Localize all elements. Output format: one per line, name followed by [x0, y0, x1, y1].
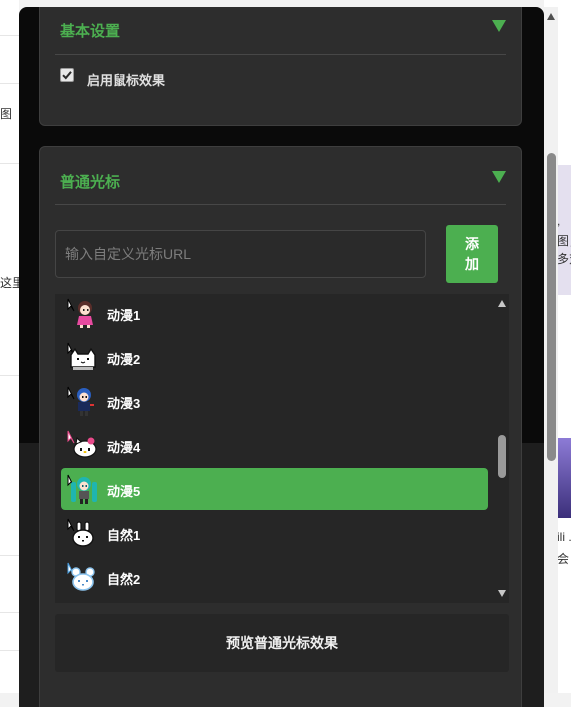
bg-text-fragment: 会 — [557, 552, 570, 566]
scroll-up-arrow-icon[interactable] — [498, 300, 506, 307]
cursor-item-label: 动漫4 — [107, 440, 141, 455]
chevron-down-icon[interactable] — [492, 20, 506, 32]
bg-card — [558, 165, 571, 295]
pixel-cat-icon — [67, 342, 96, 370]
bg-text-fragment: 多对 — [557, 252, 571, 266]
card-divider — [55, 54, 506, 55]
scroll-thumb[interactable] — [498, 435, 506, 478]
pixel-blue-rabbit-icon — [67, 562, 95, 591]
bg-thumbnail — [558, 438, 571, 518]
cursor-item-nature1[interactable]: 自然1 — [61, 512, 488, 554]
cursor-item-label: 动漫1 — [107, 308, 141, 323]
normal-cursor-card: 普通光标 添 加 动漫1 — [39, 146, 522, 707]
anime-boy-blue-icon — [67, 386, 94, 416]
bg-divider — [0, 612, 19, 613]
cursor-item-anime2[interactable]: 动漫2 — [61, 336, 488, 378]
custom-cursor-url-input[interactable] — [55, 230, 426, 278]
bg-text-fragment: ili . — [557, 530, 571, 544]
cursor-item-anime3[interactable]: 动漫3 — [61, 380, 488, 422]
basic-settings-card: 基本设置 启用鼠标效果 — [39, 7, 522, 126]
cursor-item-anime5[interactable]: 动漫5 — [61, 468, 488, 510]
cursor-item-label: 动漫5 — [107, 484, 141, 499]
preview-cursor-button[interactable]: 预览普通光标效果 — [55, 614, 509, 672]
bg-divider — [0, 555, 19, 556]
cursor-item-anime1[interactable]: 动漫1 — [61, 294, 488, 334]
preview-cursor-button-label: 预览普通光标效果 — [226, 635, 338, 651]
bg-text-fragment: 图 — [0, 107, 13, 121]
anime-girl-pink-icon — [67, 298, 93, 328]
page-scrollbar[interactable] — [544, 7, 558, 693]
chevron-down-icon[interactable] — [492, 171, 506, 183]
cursor-item-label: 自然1 — [107, 528, 141, 543]
bg-divider — [0, 163, 19, 164]
cursor-item-label: 自然2 — [107, 572, 141, 587]
hello-kitty-icon — [67, 430, 97, 458]
bg-divider — [0, 650, 19, 651]
add-cursor-button[interactable]: 添 加 — [446, 225, 498, 283]
scroll-up-arrow-icon[interactable] — [547, 13, 555, 20]
basic-settings-title: 基本设置 — [60, 23, 121, 40]
pixel-rabbit-icon — [67, 518, 94, 547]
card-divider — [55, 204, 506, 205]
enable-mouse-effect-checkbox[interactable] — [60, 68, 74, 82]
bg-divider — [0, 35, 19, 36]
scroll-down-arrow-icon[interactable] — [498, 590, 506, 597]
normal-cursor-title: 普通光标 — [60, 174, 121, 191]
cursor-list-scrollbar[interactable] — [495, 294, 509, 603]
enable-mouse-effect-label: 启用鼠标效果 — [87, 73, 166, 88]
checkmark-icon — [62, 71, 72, 80]
add-cursor-button-label: 添 加 — [465, 236, 481, 272]
cursor-item-nature2[interactable]: 自然2 — [61, 556, 488, 598]
bg-divider — [0, 375, 19, 376]
cursor-list[interactable]: 动漫1 动漫2 动漫3 动漫4 动漫5 自然1 自然2 — [55, 294, 509, 603]
scroll-thumb[interactable] — [547, 153, 556, 461]
cursor-item-label: 动漫2 — [107, 352, 141, 367]
bg-divider — [0, 83, 19, 84]
miku-icon — [67, 474, 97, 504]
cursor-item-anime4[interactable]: 动漫4 — [61, 424, 488, 466]
mouse-effect-settings-panel: 基本设置 启用鼠标效果 普通光标 添 加 — [19, 7, 544, 707]
background-page-left: 图 这里 — [0, 0, 24, 693]
cursor-item-label: 动漫3 — [107, 396, 141, 411]
bg-text-fragment: 图， — [557, 234, 571, 248]
